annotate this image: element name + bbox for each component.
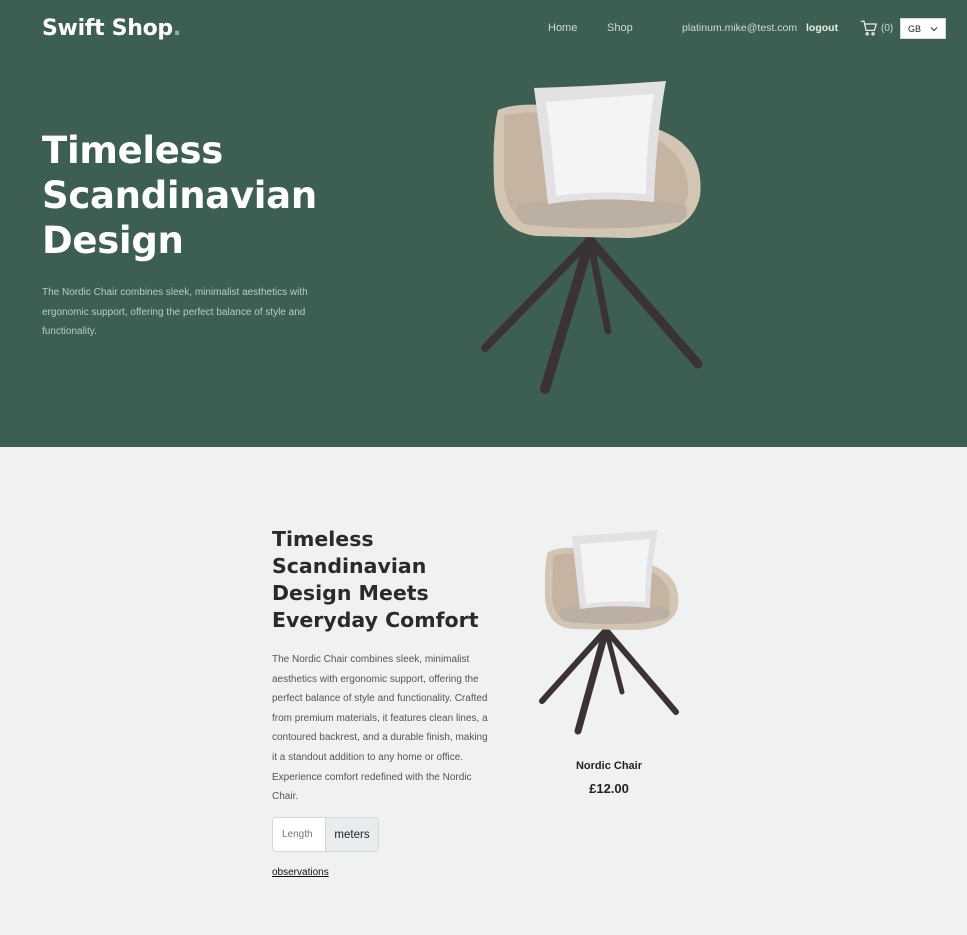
- cart-icon: [860, 20, 877, 36]
- cart-count: (0): [881, 22, 894, 34]
- product-image[interactable]: [534, 526, 684, 736]
- hero-title: Timeless Scandinavian Design: [42, 129, 317, 262]
- hero-section: Swift Shop. Home Shop platinum.mike@test…: [0, 0, 967, 447]
- product-name[interactable]: Nordic Chair: [534, 760, 684, 772]
- length-unit-label: meters: [325, 818, 378, 851]
- promo-title: Timeless Scandinavian Design Meets Every…: [272, 527, 479, 632]
- site-logo[interactable]: Swift Shop.: [42, 16, 181, 41]
- hero-description: The Nordic Chair combines sleek, minimal…: [42, 287, 308, 337]
- observations-link[interactable]: observations: [272, 867, 329, 878]
- chevron-down-icon: [930, 26, 938, 31]
- nav-link-home[interactable]: Home: [548, 22, 577, 34]
- cart-button[interactable]: (0): [860, 19, 893, 37]
- nav-link-shop[interactable]: Shop: [607, 22, 633, 34]
- country-select-value: GB: [908, 23, 922, 34]
- length-field: meters: [272, 817, 379, 852]
- length-input[interactable]: [273, 818, 325, 851]
- promo-description: The Nordic Chair combines sleek, minimal…: [272, 654, 488, 803]
- logout-link[interactable]: logout: [806, 22, 838, 34]
- product-price: £12.00: [589, 781, 629, 796]
- country-select[interactable]: GB: [900, 18, 946, 39]
- user-email: platinum.mike@test.com: [682, 22, 798, 34]
- chair-image: [481, 81, 703, 394]
